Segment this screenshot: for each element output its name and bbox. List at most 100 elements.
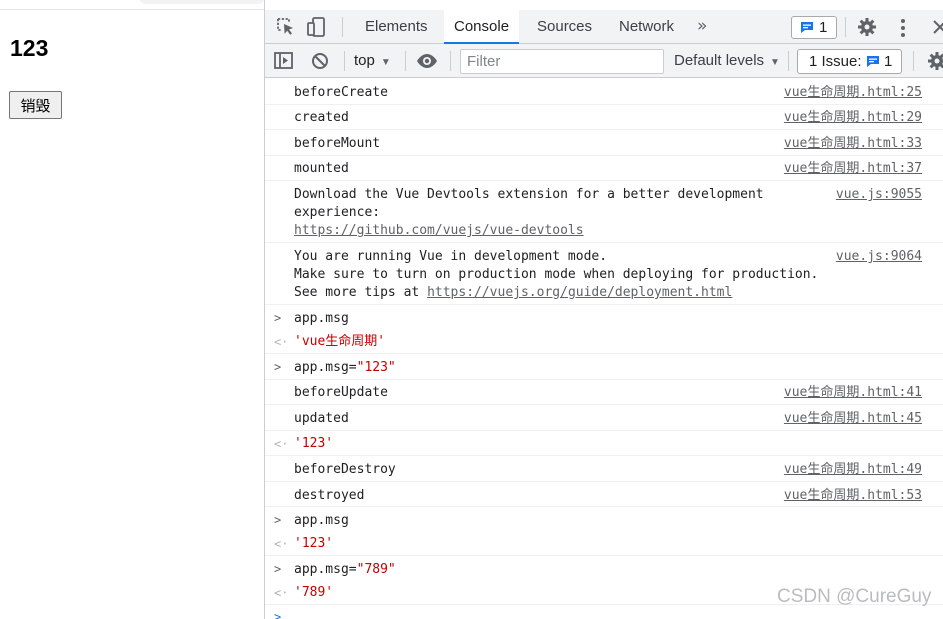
tab-network[interactable]: Network [609,10,684,44]
log-message: created [294,110,349,125]
log-message-line: experience: [294,205,381,220]
input-expression: app.msg [294,311,349,326]
source-link[interactable]: vue生命周期.html:45 [784,410,922,428]
source-link[interactable]: vue生命周期.html:37 [784,160,922,178]
result-value: '123' [294,536,334,551]
input-chevron-icon: > [274,513,282,527]
log-message: beforeCreate [294,85,388,100]
more-tabs-icon[interactable]: » [697,10,707,44]
deployment-guide-link[interactable]: https://vuejs.org/guide/deployment.html [427,285,732,300]
close-icon[interactable] [929,16,943,38]
console-input-row: > app.msg [265,507,943,532]
message-icon [867,56,879,67]
console-log-row: beforeMount vue生命周期.html:33 [265,130,943,156]
inspect-element-icon[interactable] [275,17,297,37]
messages-count: 1 [819,19,828,36]
log-message: beforeMount [294,136,381,151]
issues-label: 1 Issue: [809,53,862,70]
log-message-line: You are running Vue in development mode. [294,249,608,264]
source-link[interactable]: vue生命周期.html:49 [784,461,922,479]
tab-elements[interactable]: Elements [355,10,438,44]
device-toolbar-icon[interactable] [306,17,328,37]
log-message: updated [294,411,349,426]
console-log-row: beforeCreate vue生命周期.html:25 [265,79,943,105]
source-link[interactable]: vue.js:9064 [836,248,922,266]
kebab-menu-icon[interactable] [900,18,906,38]
console-log-row: destroyed vue生命周期.html:53 [265,482,943,507]
input-chevron-icon: > [274,562,282,576]
console-log-row: created vue生命周期.html:29 [265,105,943,130]
messages-badge[interactable]: 1 [791,16,837,39]
toolbar-divider [450,51,451,71]
log-message: mounted [294,161,349,176]
source-link[interactable]: vue生命周期.html:41 [784,384,922,402]
result-arrow-icon: <· [274,437,289,451]
input-chevron-icon: > [274,311,282,325]
toolbar-divider [788,51,789,71]
toolbar-divider [845,17,846,37]
clear-console-icon[interactable] [309,51,331,71]
result-value: '123' [294,436,334,451]
result-value: 'vue生命周期' [294,334,386,349]
sidebar-toggle-icon[interactable] [273,51,295,71]
page-heading: 123 [10,35,49,61]
dropdown-arrow-icon: ▼ [770,57,780,68]
input-string-literal: "123" [356,360,396,375]
console-log-row: beforeUpdate vue生命周期.html:41 [265,380,943,405]
issues-button[interactable]: 1 Issue: 1 [797,49,902,74]
devtools-tabbar: Elements Console Sources Network » 1 [265,10,943,44]
toolbar-divider [342,17,343,37]
console-toolbar: top ▼ Default levels ▼ 1 Issue: 1 [265,44,943,78]
tab-console[interactable]: Console [444,10,520,44]
source-link[interactable]: vue生命周期.html:53 [784,487,922,505]
browser-top-edge [0,0,264,10]
result-value: '789' [294,585,334,600]
log-message-line: Make sure to turn on production mode whe… [294,267,819,282]
console-log-row: mounted vue生命周期.html:37 [265,156,943,181]
input-expression: app.msg [294,513,349,528]
dropdown-arrow-icon: ▼ [380,57,391,68]
source-link[interactable]: vue生命周期.html:25 [784,84,922,102]
log-message-prefix: See more tips at [294,285,428,300]
watermark: CSDN @CureGuy [777,586,932,607]
log-levels-value: Default levels [674,52,765,69]
log-message-line: Download the Vue Devtools extension for … [294,187,764,202]
source-link[interactable]: vue生命周期.html:33 [784,135,922,153]
toolbar-divider [344,51,345,71]
context-selector-value: top [354,52,375,69]
console-settings-gear-icon[interactable] [927,51,943,71]
devtools-download-link[interactable]: https://github.com/vuejs/vue-devtools [294,223,584,238]
input-chevron-icon: > [274,360,282,374]
prompt-chevron-icon: > [274,610,282,619]
toolbar-divider [405,51,406,71]
source-link[interactable]: vue.js:9055 [836,186,922,204]
input-string-literal: "789" [356,562,396,577]
console-log-row: beforeDestroy vue生命周期.html:49 [265,456,943,482]
address-bar-edge [140,0,264,4]
console-log: beforeCreate vue生命周期.html:25 created vue… [265,79,943,619]
log-levels-dropdown[interactable]: Default levels ▼ [674,50,780,72]
tab-sources[interactable]: Sources [527,10,602,44]
log-message: beforeUpdate [294,385,388,400]
result-arrow-icon: <· [274,335,289,349]
live-expression-icon[interactable] [416,51,438,71]
result-arrow-icon: <· [274,537,289,551]
page-viewport: 123 销毁 [0,0,264,619]
log-message: beforeDestroy [294,462,396,477]
gear-icon[interactable] [857,17,877,37]
console-input-row: > app.msg [265,305,943,330]
console-input-row: > app.msg="789" [265,556,943,581]
context-selector[interactable]: top ▼ [354,50,391,72]
console-log-row: You are running Vue in development mode.… [265,243,943,305]
source-link[interactable]: vue生命周期.html:29 [784,109,922,127]
console-result-row: <· 'vue生命周期' [265,330,943,354]
filter-input[interactable] [460,49,664,74]
console-log-row: Download the Vue Devtools extension for … [265,181,943,243]
console-result-row: <· '123' [265,532,943,556]
console-log-row: updated vue生命周期.html:45 [265,405,943,431]
message-icon [801,22,813,33]
result-arrow-icon: <· [274,586,289,600]
devtools-panel: Elements Console Sources Network » 1 top… [264,0,943,619]
console-result-row: <· '123' [265,431,943,456]
destroy-button[interactable]: 销毁 [9,91,62,119]
